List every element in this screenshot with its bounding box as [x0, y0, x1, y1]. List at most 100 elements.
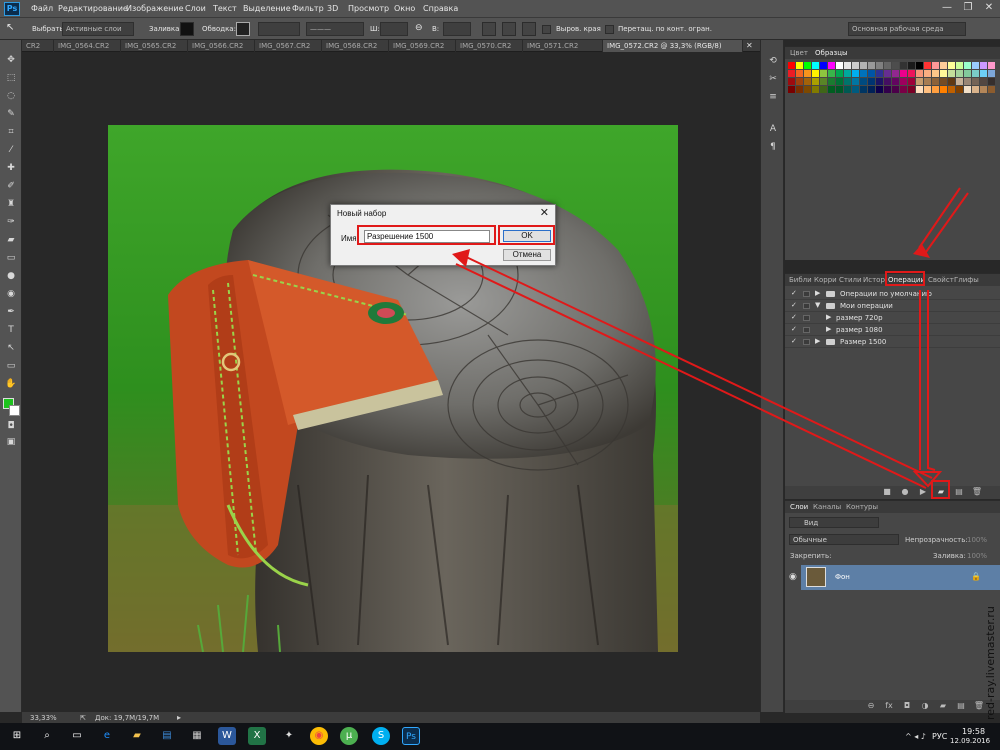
export-icon[interactable]: ⇱	[80, 714, 86, 722]
color-swatch[interactable]	[804, 70, 811, 77]
color-swatch[interactable]	[860, 62, 867, 69]
color-swatch[interactable]	[868, 78, 875, 85]
action-set-1500[interactable]: ✓ ▶ Размер 1500	[785, 336, 1000, 348]
color-swatch[interactable]	[972, 70, 979, 77]
record-icon[interactable]: ●	[899, 486, 911, 497]
color-swatch[interactable]	[876, 86, 883, 93]
color-swatch[interactable]	[884, 86, 891, 93]
dodge-tool-icon[interactable]: ◉	[4, 288, 18, 301]
workspace-dropdown[interactable]: Основная рабочая среда	[848, 22, 966, 36]
crop-tool-icon[interactable]: ⌗	[4, 126, 18, 139]
menu-image[interactable]: Изображение	[126, 4, 184, 13]
height-field[interactable]	[443, 22, 471, 36]
color-swatch[interactable]	[988, 78, 995, 85]
color-swatch[interactable]	[972, 62, 979, 69]
color-swatch[interactable]	[956, 78, 963, 85]
tab-properties[interactable]: Свойст	[928, 276, 954, 284]
color-swatch[interactable]	[948, 70, 955, 77]
dialog-toggle[interactable]	[803, 339, 810, 345]
blur-tool-icon[interactable]: ●	[4, 270, 18, 283]
tab-actions[interactable]: Операции	[888, 276, 925, 284]
path-select-tool-icon[interactable]: ↖	[4, 342, 18, 355]
color-swatch[interactable]	[988, 70, 995, 77]
tab-libraries[interactable]: Библи	[789, 276, 812, 284]
menu-text[interactable]: Текст	[213, 4, 237, 13]
color-swatch[interactable]	[916, 70, 923, 77]
color-swatch[interactable]	[868, 62, 875, 69]
expand-icon[interactable]: ▶	[826, 313, 831, 321]
color-swatch[interactable]	[876, 62, 883, 69]
color-swatch[interactable]	[892, 62, 899, 69]
color-swatch[interactable]	[820, 70, 827, 77]
color-swatch[interactable]	[860, 78, 867, 85]
expand-icon[interactable]: ▶	[815, 289, 820, 297]
pen-tool-icon[interactable]: ✒	[4, 306, 18, 319]
fx-icon[interactable]: fx	[883, 700, 895, 711]
color-swatch[interactable]	[788, 78, 795, 85]
brush-tool-icon[interactable]: ✐	[4, 180, 18, 193]
color-swatch[interactable]	[924, 70, 931, 77]
new-set-folder-icon[interactable]: ▰	[935, 486, 947, 497]
type-tool-icon[interactable]: T	[4, 324, 18, 337]
history-brush-tool-icon[interactable]: ✑	[4, 216, 18, 229]
color-swatch[interactable]	[956, 70, 963, 77]
brush-preset-icon[interactable]: ✂	[766, 72, 780, 86]
color-swatch[interactable]	[828, 62, 835, 69]
fox-app-icon[interactable]: ✦	[280, 727, 298, 745]
collapse-icon[interactable]: ▼	[815, 301, 820, 309]
doc-tab[interactable]: IMG_0565.CR2	[121, 40, 188, 52]
color-swatch[interactable]	[908, 78, 915, 85]
color-swatch[interactable]	[852, 78, 859, 85]
color-swatch[interactable]	[828, 70, 835, 77]
stop-icon[interactable]: ■	[881, 486, 893, 497]
tab-swatches[interactable]: Образцы	[815, 49, 848, 57]
color-swatch[interactable]	[868, 86, 875, 93]
dialog-toggle[interactable]	[803, 327, 810, 333]
layer-row-background[interactable]: ◉ Фон 🔒	[789, 565, 1000, 590]
color-swatch[interactable]	[836, 86, 843, 93]
color-swatch[interactable]	[820, 62, 827, 69]
swatch-grid[interactable]	[788, 62, 998, 118]
menu-layers[interactable]: Слои	[185, 4, 206, 13]
group-folder-icon[interactable]: ▰	[937, 700, 949, 711]
doc-tab[interactable]: IMG_0569.CR2	[389, 40, 456, 52]
color-swatch[interactable]	[980, 62, 987, 69]
marquee-tool-icon[interactable]: ⬚	[4, 72, 18, 85]
doc-tab[interactable]: IMG_0564.CR2	[54, 40, 121, 52]
excel-icon[interactable]: X	[248, 727, 266, 745]
stamp-tool-icon[interactable]: ♜	[4, 198, 18, 211]
status-arrow-icon[interactable]: ▸	[177, 713, 181, 722]
color-swatch[interactable]	[972, 78, 979, 85]
stroke-type-dropdown[interactable]: ———	[306, 22, 364, 36]
color-swatch[interactable]	[980, 70, 987, 77]
doc-tab[interactable]: IMG_0570.CR2	[456, 40, 523, 52]
color-swatch[interactable]	[916, 62, 923, 69]
menu-3d[interactable]: 3D	[327, 4, 338, 13]
action-set-mine[interactable]: ✓ ▼ Мои операции	[785, 300, 1000, 312]
color-swatch[interactable]	[908, 70, 915, 77]
color-swatch[interactable]	[948, 62, 955, 69]
color-swatch[interactable]	[932, 86, 939, 93]
color-swatch[interactable]	[924, 62, 931, 69]
clock-time[interactable]: 19:58	[962, 727, 985, 736]
adjust-icon[interactable]: ≡	[766, 90, 780, 104]
tab-paths[interactable]: Контуры	[846, 503, 878, 511]
color-swatch[interactable]	[972, 86, 979, 93]
color-swatch[interactable]	[836, 78, 843, 85]
tab-glyphs[interactable]: Глифы	[954, 276, 979, 284]
color-swatch[interactable]	[964, 70, 971, 77]
expand-icon[interactable]: ▶	[815, 337, 820, 345]
color-swatch[interactable]	[804, 78, 811, 85]
doc-tab[interactable]: IMG_0566.CR2	[188, 40, 255, 52]
color-swatch[interactable]	[964, 86, 971, 93]
word-icon[interactable]: W	[218, 727, 236, 745]
action-item[interactable]: ✓ ▶ размер 1080	[785, 324, 1000, 336]
check-icon[interactable]: ✓	[791, 325, 797, 333]
color-swatch[interactable]	[916, 86, 923, 93]
skype-icon[interactable]: S	[372, 727, 390, 745]
color-swatch[interactable]	[956, 62, 963, 69]
color-swatch[interactable]	[876, 78, 883, 85]
color-swatch[interactable]	[916, 78, 923, 85]
check-icon[interactable]: ✓	[791, 337, 797, 345]
color-swatch[interactable]	[868, 70, 875, 77]
